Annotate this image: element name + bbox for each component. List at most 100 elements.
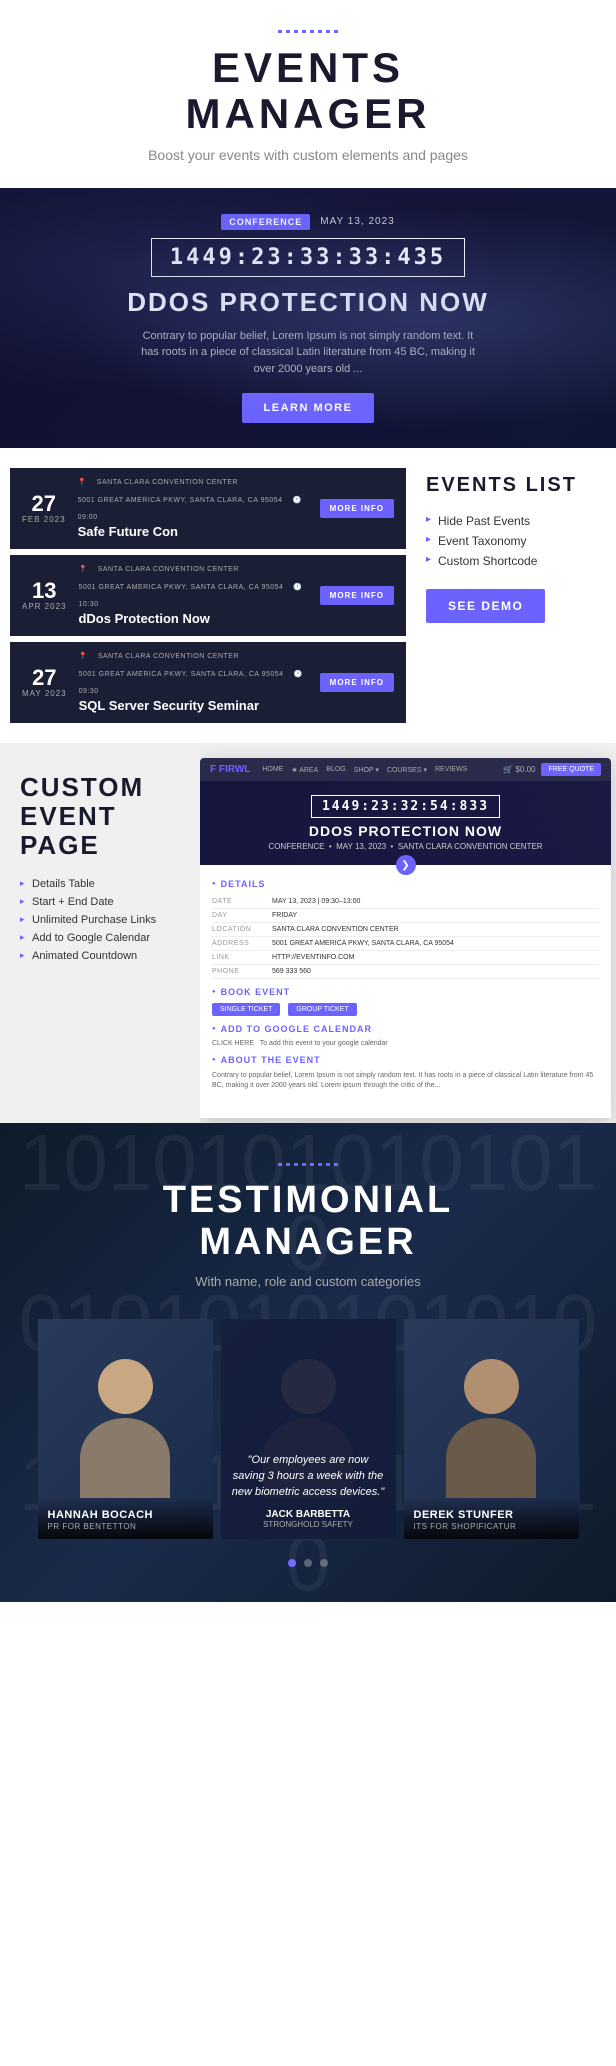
browser-cart: 🛒 $0.00 [503, 765, 535, 774]
event-day-1: 27 [22, 493, 66, 515]
mock-book-title: BOOK EVENT [212, 987, 599, 997]
mock-details-title: DETAILS [212, 879, 599, 889]
dot-3[interactable] [320, 1559, 328, 1567]
testimonial-section: 1010101010101001010101010101101010101010… [0, 1123, 616, 1602]
events-list-title: EVENTS LIST [426, 473, 606, 497]
feature-calendar: Add to Google Calendar [20, 929, 185, 947]
main-title: EVENTS MANAGER [20, 45, 596, 137]
dot-1[interactable] [288, 1559, 296, 1567]
card3-name: DEREK STUNFER [414, 1509, 569, 1521]
custom-title-line1: CUSTOM [20, 772, 144, 802]
card1-name: HANNAH BOCACH [48, 1509, 203, 1521]
event-day-2: 13 [22, 580, 66, 602]
event-more-info-1[interactable]: MORE INFO [320, 499, 394, 518]
mock-label-phone: PHONE [212, 968, 272, 975]
browser-logo: F FIRWL [210, 764, 250, 775]
browser-actions: 🛒 $0.00 FREE QUOTE [503, 763, 601, 776]
testimonial-dots [20, 1559, 596, 1567]
testimonial-subtitle: With name, role and custom categories [20, 1274, 596, 1289]
header-decoration [20, 30, 596, 33]
mock-row-address: ADDRESS 5001 GREAT AMERICA PKWY, SANTA C… [212, 937, 599, 951]
see-demo-button[interactable]: SEE DEMO [426, 589, 545, 623]
mock-calendar-title: ADD TO GOOGLE CALENDAR [212, 1024, 599, 1034]
card3-body [446, 1418, 536, 1498]
card1-head [98, 1359, 153, 1414]
testimonial-card-2: "Our employees are now saving 3 hours a … [221, 1319, 396, 1539]
event-address-1: 5001 GREAT AMERICA PKWY, SANTA CLARA, CA… [78, 497, 283, 504]
test-decoration-line [278, 1163, 338, 1166]
feature-countdown: Animated Countdown [20, 947, 185, 965]
custom-event-right: F FIRWL HOME ★ AREA BLOG SHOP ▾ COURSES … [200, 743, 616, 1123]
mock-date: MAY 13, 2023 [336, 842, 386, 851]
event-card-3: 27 MAY 2023 📍 SANTA CLARA CONVENTION CEN… [10, 642, 406, 723]
event-more-info-2[interactable]: MORE INFO [320, 586, 394, 605]
sidebar-item-hide-past: Hide Past Events [426, 511, 606, 531]
title-line1: EVENTS [212, 44, 404, 91]
testimonial-title-line2: MANAGER [199, 1221, 416, 1263]
card2-role: STRONGHOLD SAFETY [231, 1520, 386, 1529]
event-time-icon-1: 🕐 [293, 496, 302, 504]
browser-nav: HOME ★ AREA BLOG SHOP ▾ COURSES ▾ REVIEW… [262, 766, 467, 774]
card1-body [80, 1418, 170, 1498]
mock-label-link: LINK [212, 954, 272, 961]
event-month-1: FEB 2023 [22, 515, 66, 524]
nav-courses: COURSES ▾ [387, 766, 427, 774]
mock-details: DETAILS DATE MAY 13, 2023 | 09:30–13:00 … [200, 865, 611, 1099]
card2-quote-overlay: "Our employees are now saving 3 hours a … [221, 1319, 396, 1539]
nav-blog: BLOG [326, 766, 345, 774]
mock-row-location: LOCATION SANTA CLARA CONVENTION CENTER [212, 923, 599, 937]
card3-role: ITS FOR SHOPIFICATUR [414, 1522, 569, 1531]
browser-free-quote: FREE QUOTE [541, 763, 601, 776]
mock-countdown: 1449:23:32:54:833 [311, 795, 500, 818]
event-date-2: 13 APR 2023 [22, 580, 66, 611]
event-info-2: 📍 SANTA CLARA CONVENTION CENTER 5001 GRE… [78, 565, 307, 626]
mock-book-section: BOOK EVENT SINGLE TICKET GROUP TICKET [212, 987, 599, 1016]
events-list-section: 27 FEB 2023 📍 SANTA CLARA CONVENTION CEN… [0, 448, 616, 743]
event-card-2: 13 APR 2023 📍 SANTA CLARA CONVENTION CEN… [10, 555, 406, 636]
header-subtitle: Boost your events with custom elements a… [20, 147, 596, 163]
decoration-line [278, 30, 338, 33]
sidebar-item-taxonomy: Event Taxonomy [426, 531, 606, 551]
mock-about-title: ABOUT THE EVENT [212, 1055, 599, 1065]
mock-single-ticket[interactable]: SINGLE TICKET [212, 1003, 280, 1016]
event-address-2: 5001 GREAT AMERICA PKWY, SANTA CLARA, CA… [78, 584, 283, 591]
sidebar-item-shortcode: Custom Shortcode [426, 551, 606, 571]
nav-reviews: REVIEWS [435, 766, 467, 774]
card1-overlay: HANNAH BOCACH PR FOR BENTETTON [38, 1497, 213, 1539]
event-month-3: MAY 2023 [22, 689, 67, 698]
event-meta-3: 📍 SANTA CLARA CONVENTION CENTER 5001 GRE… [79, 652, 308, 695]
event-more-info-3[interactable]: MORE INFO [320, 673, 394, 692]
event-address-3: 5001 GREAT AMERICA PKWY, SANTA CLARA, CA… [79, 671, 284, 678]
event-info-3: 📍 SANTA CLARA CONVENTION CENTER 5001 GRE… [79, 652, 308, 713]
event-name-2: dDos Protection Now [78, 611, 307, 626]
mock-subtitle: CONFERENCE • MAY 13, 2023 • SANTA CLARA … [214, 842, 597, 851]
mock-row-date: DATE MAY 13, 2023 | 09:30–13:00 [212, 895, 599, 909]
event-date-1: 27 FEB 2023 [22, 493, 66, 524]
card1-role: PR FOR BENTETTON [48, 1522, 203, 1531]
nav-home: HOME [262, 766, 283, 774]
mock-label-date: DATE [212, 898, 272, 905]
event-time-icon-2: 🕐 [293, 583, 302, 591]
test-decoration [20, 1163, 596, 1166]
nav-area: ★ AREA [291, 766, 318, 774]
events-cards: 27 FEB 2023 📍 SANTA CLARA CONVENTION CEN… [10, 468, 406, 723]
mock-label-day: DAY [212, 912, 272, 919]
feature-links: Unlimited Purchase Links [20, 911, 185, 929]
browser-bar: F FIRWL HOME ★ AREA BLOG SHOP ▾ COURSES … [200, 758, 611, 781]
mock-calendar-text: CLICK HERE To add this event to your goo… [212, 1040, 388, 1047]
card3-overlay: DEREK STUNFER ITS FOR SHOPIFICATUR [404, 1497, 579, 1539]
testimonial-card-3: DEREK STUNFER ITS FOR SHOPIFICATUR [404, 1319, 579, 1539]
mock-value-location: SANTA CLARA CONVENTION CENTER [272, 926, 599, 933]
mock-group-ticket[interactable]: GROUP TICKET [288, 1003, 356, 1016]
testimonial-title: TESTIMONIAL MANAGER [20, 1180, 596, 1264]
mock-value-phone: 569 333 560 [272, 968, 599, 975]
event-info-1: 📍 SANTA CLARA CONVENTION CENTER 5001 GRE… [78, 478, 308, 539]
hero-banner: CONFERENCE MAY 13, 2023 1449:23:33:33:43… [0, 188, 616, 448]
event-venue-2: SANTA CLARA CONVENTION CENTER [98, 566, 239, 573]
event-month-2: APR 2023 [22, 602, 66, 611]
mock-hero: 1449:23:32:54:833 DDOS PROTECTION NOW CO… [200, 781, 611, 865]
dot-2[interactable] [304, 1559, 312, 1567]
mock-row-link: LINK HTTP://EVENTINFO.COM [212, 951, 599, 965]
card2-quote: "Our employees are now saving 3 hours a … [231, 1453, 386, 1501]
mock-value-address: 5001 GREAT AMERICA PKWY, SANTA CLARA, CA… [272, 940, 599, 947]
